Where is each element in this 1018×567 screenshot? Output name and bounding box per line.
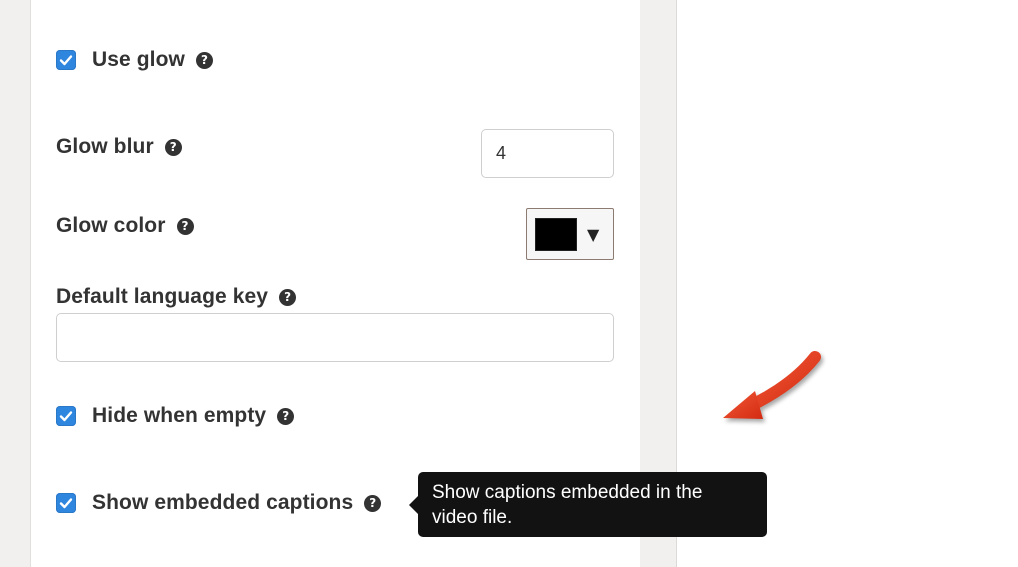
question-circle-icon[interactable]: ? [195,51,213,69]
question-circle-icon[interactable]: ? [164,138,182,156]
caret-down-icon: ▼ [587,224,600,244]
show-embedded-captions-label: Show embedded captions [92,491,354,514]
question-circle-icon[interactable]: ? [176,217,194,235]
glow-blur-input[interactable]: 4 [481,129,614,178]
hide-when-empty-row: Hide when empty ? [56,402,295,430]
glow-color-picker[interactable]: ▼ [526,208,614,260]
tooltip-line-2: video file. [432,507,513,528]
use-glow-checkbox[interactable] [56,50,76,70]
red-arrow-icon [723,351,821,419]
checkmark-icon [59,498,73,509]
glow-blur-value: 4 [496,143,507,163]
default-language-key-row: Default language key ? [56,283,297,311]
hide-when-empty-checkbox[interactable] [56,406,76,426]
checkmark-icon [59,411,73,422]
left-rail [0,0,31,567]
glow-color-row: Glow color ? [56,212,194,240]
hide-when-empty-label: Hide when empty [92,404,267,427]
use-glow-label: Use glow [92,48,185,71]
checkmark-icon [59,55,73,66]
question-circle-icon[interactable]: ? [277,407,295,425]
question-circle-icon[interactable]: ? [279,288,297,306]
default-language-key-input[interactable] [56,313,614,362]
use-glow-row: Use glow ? [56,46,213,74]
question-circle-icon[interactable]: ? [364,494,382,512]
color-swatch [535,217,577,251]
help-tooltip: Show captions embedded in the video file… [418,472,767,537]
default-language-key-label: Default language key [56,285,269,308]
glow-blur-row: Glow blur ? [56,133,182,161]
tooltip-pointer [409,496,418,514]
glow-color-label: Glow color [56,214,166,237]
glow-blur-label: Glow blur [56,135,154,158]
show-embedded-captions-checkbox[interactable] [56,493,76,513]
show-embedded-captions-row: Show embedded captions ? [56,489,382,517]
tooltip-line-1: Show captions embedded in the [432,482,703,503]
